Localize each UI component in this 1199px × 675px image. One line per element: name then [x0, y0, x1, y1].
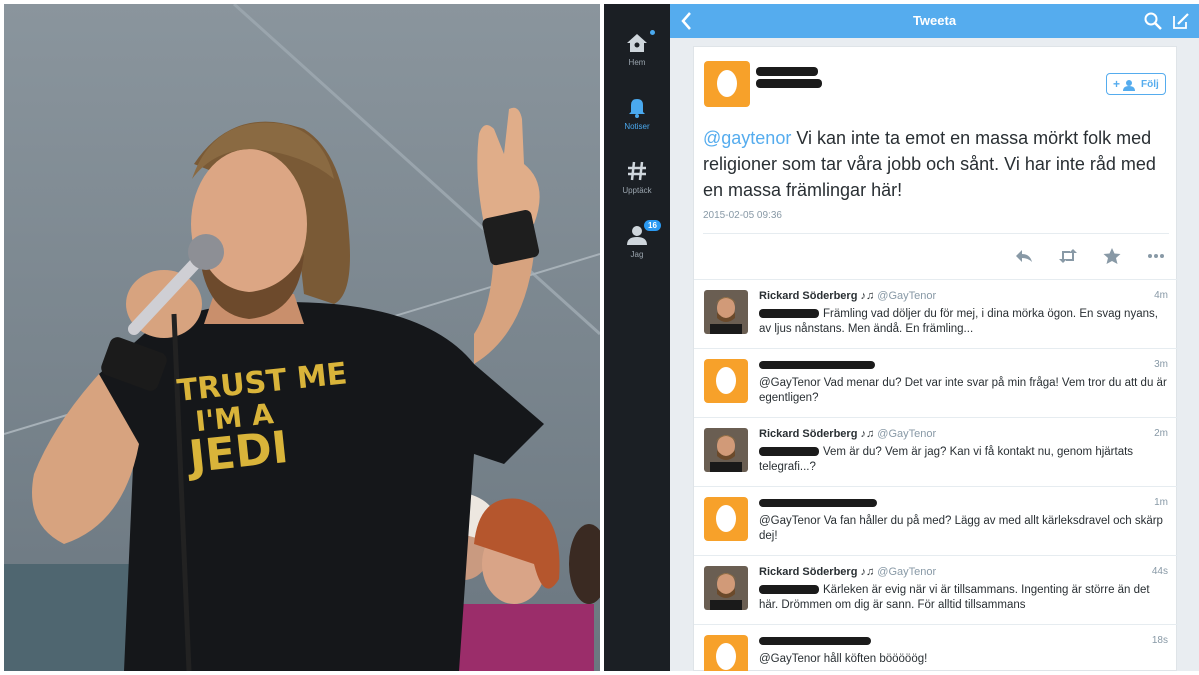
tweet-text: @gaytenor Vi kan inte ta emot en massa m…: [703, 125, 1173, 203]
more-icon[interactable]: [1146, 247, 1166, 265]
nav-item-discover[interactable]: Upptäck: [604, 158, 670, 195]
redacted-name: [759, 499, 877, 507]
tweet-mention[interactable]: @gaytenor: [703, 128, 791, 148]
reply-text: Kärleken är evig när vi är tillsammans. …: [759, 584, 1150, 611]
redacted-name: [759, 637, 871, 645]
home-icon: [627, 34, 647, 52]
follow-label: Följ: [1141, 79, 1159, 90]
top-bar: Tweeta: [670, 4, 1199, 38]
nav-label-discover: Upptäck: [622, 186, 652, 195]
egg-avatar[interactable]: [704, 359, 748, 403]
user-avatar[interactable]: [704, 566, 748, 610]
egg-avatar[interactable]: [704, 497, 748, 541]
new-content-dot: [650, 30, 655, 35]
tweet-timestamp: 2015-02-05 09:36: [703, 210, 782, 221]
tweet-detail-panel: + Följ @gaytenor Vi kan inte ta emot en …: [693, 46, 1178, 671]
nav-item-home[interactable]: Hem: [604, 30, 670, 67]
redacted-name: [756, 67, 818, 76]
singer-illustration: TRUST ME I'M A JEDI: [4, 4, 600, 671]
reply-author-name[interactable]: Rickard Söderberg ♪♫: [759, 428, 874, 440]
reply-tweet[interactable]: 18s @GayTenor håll köften bööööög!: [694, 624, 1178, 671]
egg-avatar[interactable]: [704, 635, 748, 671]
favorite-icon[interactable]: [1102, 247, 1122, 265]
concert-photo: TRUST ME I'M A JEDI: [4, 4, 600, 671]
reply-icon[interactable]: [1014, 247, 1034, 265]
hashtag-icon: [628, 161, 646, 181]
redacted-name: [759, 361, 875, 369]
reply-time: 3m: [1154, 359, 1168, 370]
reply-author-handle[interactable]: @GayTenor: [877, 290, 936, 302]
person-icon: [1123, 80, 1135, 91]
search-icon[interactable]: [1143, 11, 1163, 31]
nav-label-me: Jag: [630, 250, 644, 259]
redacted-handle: [756, 79, 822, 88]
reply-text: Vem är du? Vem är jag? Kan vi få kontakt…: [759, 446, 1134, 473]
nav-item-me[interactable]: 16 Jag: [604, 220, 670, 259]
user-avatar[interactable]: [704, 428, 748, 472]
reply-author-handle[interactable]: @GayTenor: [877, 566, 936, 578]
nav-item-notifications[interactable]: Notiser: [604, 94, 670, 131]
reply-tweet[interactable]: Rickard Söderberg ♪♫ @GayTenor 4m Främli…: [694, 279, 1178, 348]
compose-icon[interactable]: [1171, 11, 1191, 31]
page-title: Tweeta: [912, 13, 957, 28]
reply-text: @GayTenor håll köften bööööög!: [759, 653, 928, 665]
reply-tweet[interactable]: Rickard Söderberg ♪♫ @GayTenor 44s Kärle…: [694, 555, 1178, 624]
divider: [703, 233, 1169, 234]
reply-text: @GayTenor Va fan håller du på med? Lägg …: [759, 515, 1163, 542]
reply-time: 18s: [1151, 635, 1168, 646]
notification-count-badge: 16: [644, 220, 661, 231]
user-avatar[interactable]: [704, 290, 748, 334]
reply-author-name[interactable]: Rickard Söderberg ♪♫: [759, 566, 874, 578]
twitter-app: Hem Notiser Upptäck 16 Jag Tweeta + Följ…: [604, 4, 1199, 671]
reply-text: Främling vad döljer du för mej, i dina m…: [759, 308, 1158, 335]
reply-tweet[interactable]: Rickard Söderberg ♪♫ @GayTenor 2m Vem är…: [694, 417, 1178, 486]
egg-avatar[interactable]: [704, 61, 750, 107]
reply-text: @GayTenor Vad menar du? Det var inte sva…: [759, 377, 1167, 404]
reply-time: 44s: [1151, 566, 1168, 577]
bell-icon: [629, 99, 645, 118]
reply-time: 4m: [1154, 290, 1168, 301]
follow-button[interactable]: + Följ: [1106, 73, 1166, 95]
retweet-icon[interactable]: [1058, 247, 1078, 265]
reply-time: 1m: [1154, 497, 1168, 508]
nav-label-home: Hem: [628, 58, 646, 67]
nav-label-notifications: Notiser: [624, 122, 650, 131]
shirt-text-line3: JEDI: [184, 422, 291, 483]
nav-rail: Hem Notiser Upptäck 16 Jag: [604, 4, 670, 671]
reply-time: 2m: [1154, 428, 1168, 439]
reply-tweet[interactable]: 1m @GayTenor Va fan håller du på med? Lä…: [694, 486, 1178, 555]
main-tweet: + Följ @gaytenor Vi kan inte ta emot en …: [694, 47, 1178, 279]
reply-tweet[interactable]: 3m @GayTenor Vad menar du? Det var inte …: [694, 348, 1178, 417]
reply-author-name[interactable]: Rickard Söderberg ♪♫: [759, 290, 874, 302]
reply-author-handle[interactable]: @GayTenor: [877, 428, 936, 440]
